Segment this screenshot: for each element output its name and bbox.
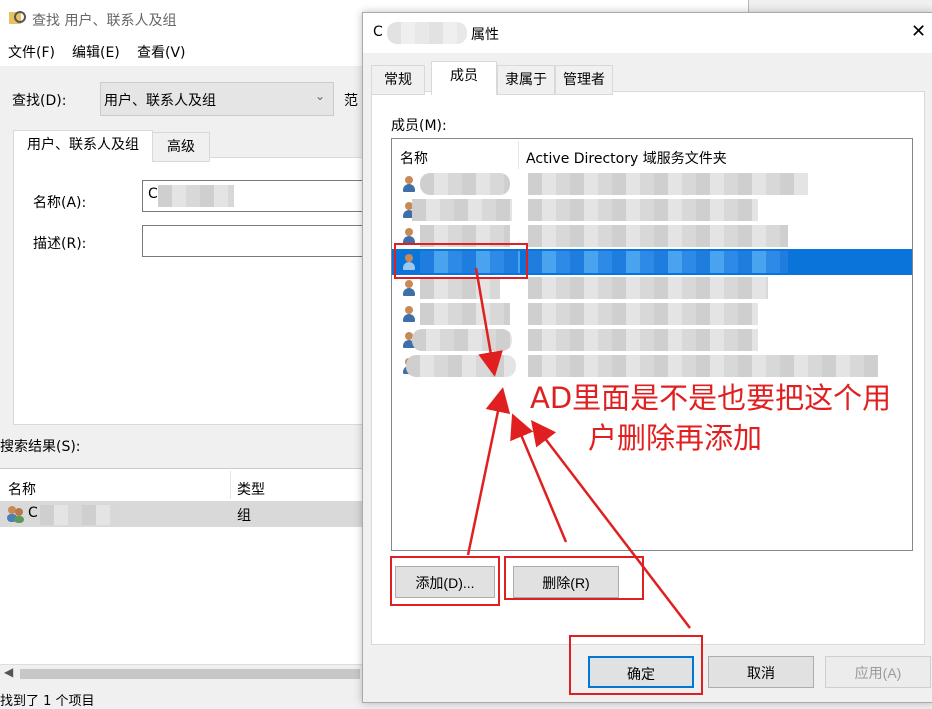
- annotation-text: AD里面是不是也要把这个用 户删除再添加: [530, 378, 891, 458]
- annotation-arrows: [466, 267, 691, 629]
- annotation-line-1: AD里面是不是也要把这个用: [530, 381, 892, 415]
- arrow-to-list: [474, 267, 503, 377]
- arrow-from-add: [466, 387, 511, 556]
- annotation-line-2: 户删除再添加: [588, 421, 763, 455]
